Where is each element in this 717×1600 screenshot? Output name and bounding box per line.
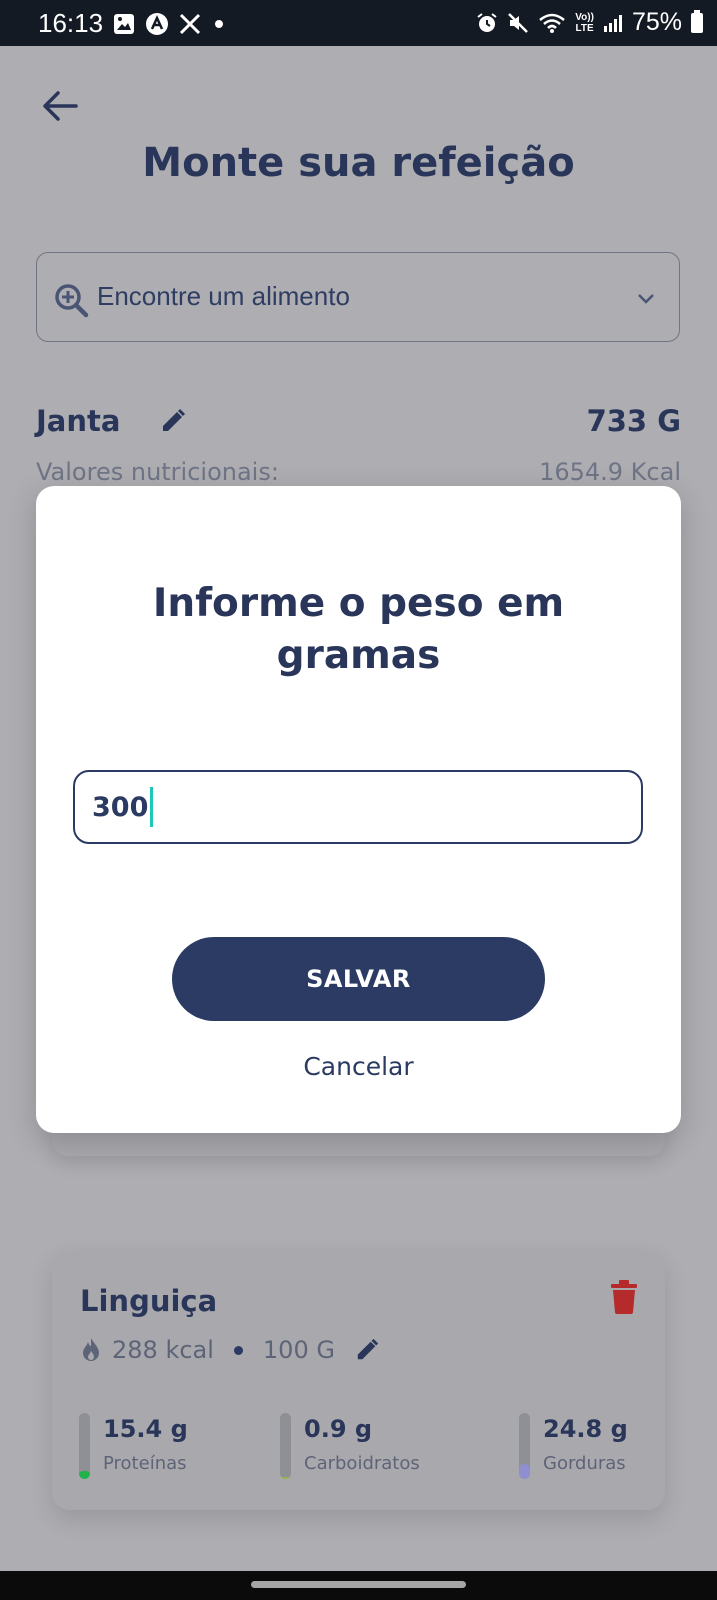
meta-separator-dot bbox=[233, 1345, 243, 1355]
alarm-icon bbox=[477, 12, 497, 32]
food-weight: 100 G bbox=[262, 1336, 335, 1364]
chevron-down-icon bbox=[638, 294, 654, 304]
x-icon bbox=[180, 13, 201, 34]
page-title: Monte sua refeição bbox=[142, 140, 575, 186]
macro-bar bbox=[79, 1413, 90, 1479]
weight-dialog: Informe o peso em gramas 300 SALVAR Canc… bbox=[36, 486, 681, 1133]
app-icon bbox=[146, 12, 169, 35]
home-gesture-handle[interactable] bbox=[251, 1581, 466, 1588]
navigation-bar bbox=[0, 1571, 717, 1600]
gallery-icon bbox=[114, 13, 135, 34]
macro-value: 24.8 g bbox=[543, 1415, 628, 1443]
save-button[interactable]: SALVAR bbox=[172, 937, 545, 1021]
macro-fill bbox=[280, 1477, 291, 1479]
macro-label: Gorduras bbox=[543, 1453, 626, 1474]
macro-fill bbox=[519, 1464, 530, 1479]
text-caret bbox=[150, 787, 154, 827]
meal-kcal: 1654.9 Kcal bbox=[539, 458, 681, 486]
macro-value: 0.9 g bbox=[304, 1415, 373, 1443]
status-right: Vo)) LTE 75% bbox=[476, 8, 703, 37]
screen: 16:13 Vo)) LTE 75% Monte sua refeição En… bbox=[0, 0, 717, 1600]
weight-input-value: 300 bbox=[92, 791, 149, 823]
macro-fill bbox=[79, 1471, 90, 1479]
macro-bar bbox=[519, 1413, 530, 1479]
edit-weight-pencil-icon[interactable] bbox=[355, 1338, 379, 1362]
macro-fat: 24.8 g Gorduras bbox=[519, 1413, 649, 1479]
meal-weight: 733 G bbox=[586, 404, 681, 438]
wifi-icon bbox=[539, 13, 566, 33]
macro-label: Proteínas bbox=[103, 1453, 187, 1474]
nutrition-label: Valores nutricionais: bbox=[36, 458, 279, 486]
status-bar: 16:13 Vo)) LTE 75% bbox=[0, 0, 717, 46]
dialog-title: Informe o peso em gramas bbox=[152, 581, 565, 678]
food-name: Linguiça bbox=[80, 1284, 218, 1318]
signal-icon bbox=[603, 14, 622, 32]
macro-protein: 15.4 g Proteínas bbox=[79, 1413, 239, 1479]
macro-carbs: 0.9 g Carboidratos bbox=[280, 1413, 450, 1479]
battery-icon bbox=[691, 9, 703, 33]
food-card: Linguiça 288 kcal 100 G 15.4 g Proteínas… bbox=[52, 1250, 665, 1510]
flame-icon bbox=[83, 1338, 99, 1361]
zoom-in-search-icon bbox=[55, 284, 89, 318]
trash-icon[interactable] bbox=[609, 1280, 639, 1314]
mute-icon bbox=[508, 12, 529, 33]
cancel-button[interactable]: Cancelar bbox=[36, 1052, 681, 1081]
battery-level: 75% bbox=[631, 8, 682, 36]
status-left: 16:13 bbox=[38, 8, 224, 39]
edit-meal-pencil-icon[interactable] bbox=[160, 408, 186, 434]
food-kcal: 288 kcal bbox=[112, 1336, 214, 1364]
food-search-dropdown[interactable]: Encontre um alimento bbox=[36, 252, 680, 342]
volte-icon: Vo)) LTE bbox=[575, 11, 594, 34]
search-placeholder: Encontre um alimento bbox=[97, 281, 350, 311]
macro-bar bbox=[280, 1413, 291, 1479]
notification-dot bbox=[215, 19, 224, 28]
food-meta: 288 kcal 100 G bbox=[80, 1336, 379, 1364]
weight-input[interactable]: 300 bbox=[73, 770, 643, 844]
macro-value: 15.4 g bbox=[103, 1415, 188, 1443]
macro-label: Carboidratos bbox=[304, 1453, 420, 1474]
back-arrow-icon[interactable] bbox=[38, 84, 82, 128]
meal-name: Janta bbox=[36, 404, 121, 438]
status-time: 16:13 bbox=[38, 8, 104, 38]
